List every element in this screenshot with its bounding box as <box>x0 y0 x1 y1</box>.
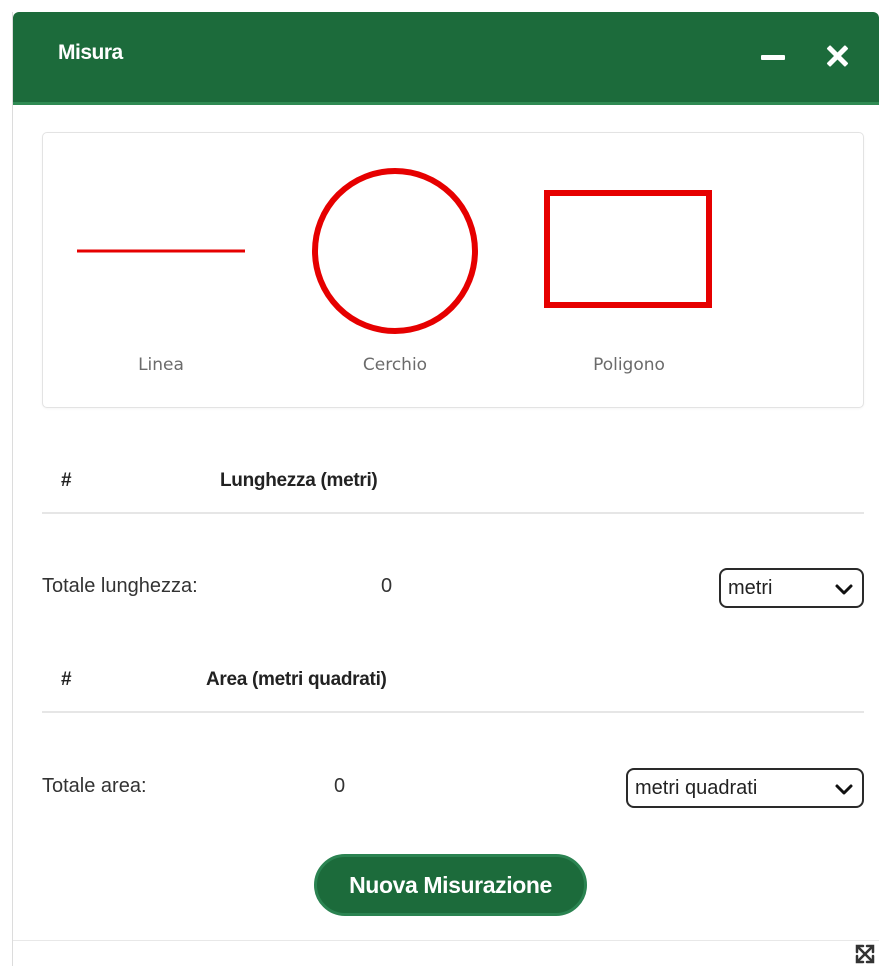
area-unit-select[interactable]: metri quadrati <box>626 768 864 808</box>
footer-divider <box>13 940 879 941</box>
area-index-header: # <box>61 669 72 690</box>
tool-polygon-button[interactable]: Poligono <box>529 133 729 409</box>
area-column-header: Area (metri quadrati) <box>206 669 387 690</box>
line-icon <box>77 249 245 253</box>
chevron-down-icon <box>835 584 853 595</box>
polygon-icon <box>544 190 712 308</box>
total-area-label: Totale area: <box>42 775 147 797</box>
close-icon[interactable] <box>817 36 857 76</box>
tool-polygon-label: Poligono <box>593 355 665 375</box>
length-unit-select[interactable]: metri <box>719 568 864 608</box>
title-bar[interactable]: Misura <box>13 12 879 105</box>
length-column-header: Lunghezza (metri) <box>220 470 378 491</box>
tool-line-label: Linea <box>138 355 184 375</box>
tool-circle-label: Cerchio <box>362 355 428 375</box>
measure-window: Misura Linea Cerchio Poligono # Lunghezz… <box>12 12 879 966</box>
new-measurement-button[interactable]: Nuova Misurazione <box>314 854 587 916</box>
circle-icon <box>312 168 478 334</box>
length-unit-value: metri <box>728 577 773 599</box>
area-table-header: # Area (metri quadrati) <box>42 655 864 713</box>
length-index-header: # <box>61 470 72 491</box>
window-title: Misura <box>58 41 123 64</box>
expand-arrows-icon[interactable] <box>853 942 877 966</box>
total-length-value: 0 <box>381 575 393 597</box>
tool-palette: Linea Cerchio Poligono <box>42 132 864 408</box>
total-length-label: Totale lunghezza: <box>42 575 198 597</box>
tool-line-button[interactable]: Linea <box>61 133 261 409</box>
area-unit-value: metri quadrati <box>635 777 758 799</box>
length-table-header: # Lunghezza (metri) <box>42 456 864 514</box>
total-area-value: 0 <box>334 775 346 797</box>
tool-circle-button[interactable]: Cerchio <box>295 133 495 409</box>
chevron-down-icon <box>835 784 853 795</box>
minimize-icon[interactable] <box>753 36 793 76</box>
